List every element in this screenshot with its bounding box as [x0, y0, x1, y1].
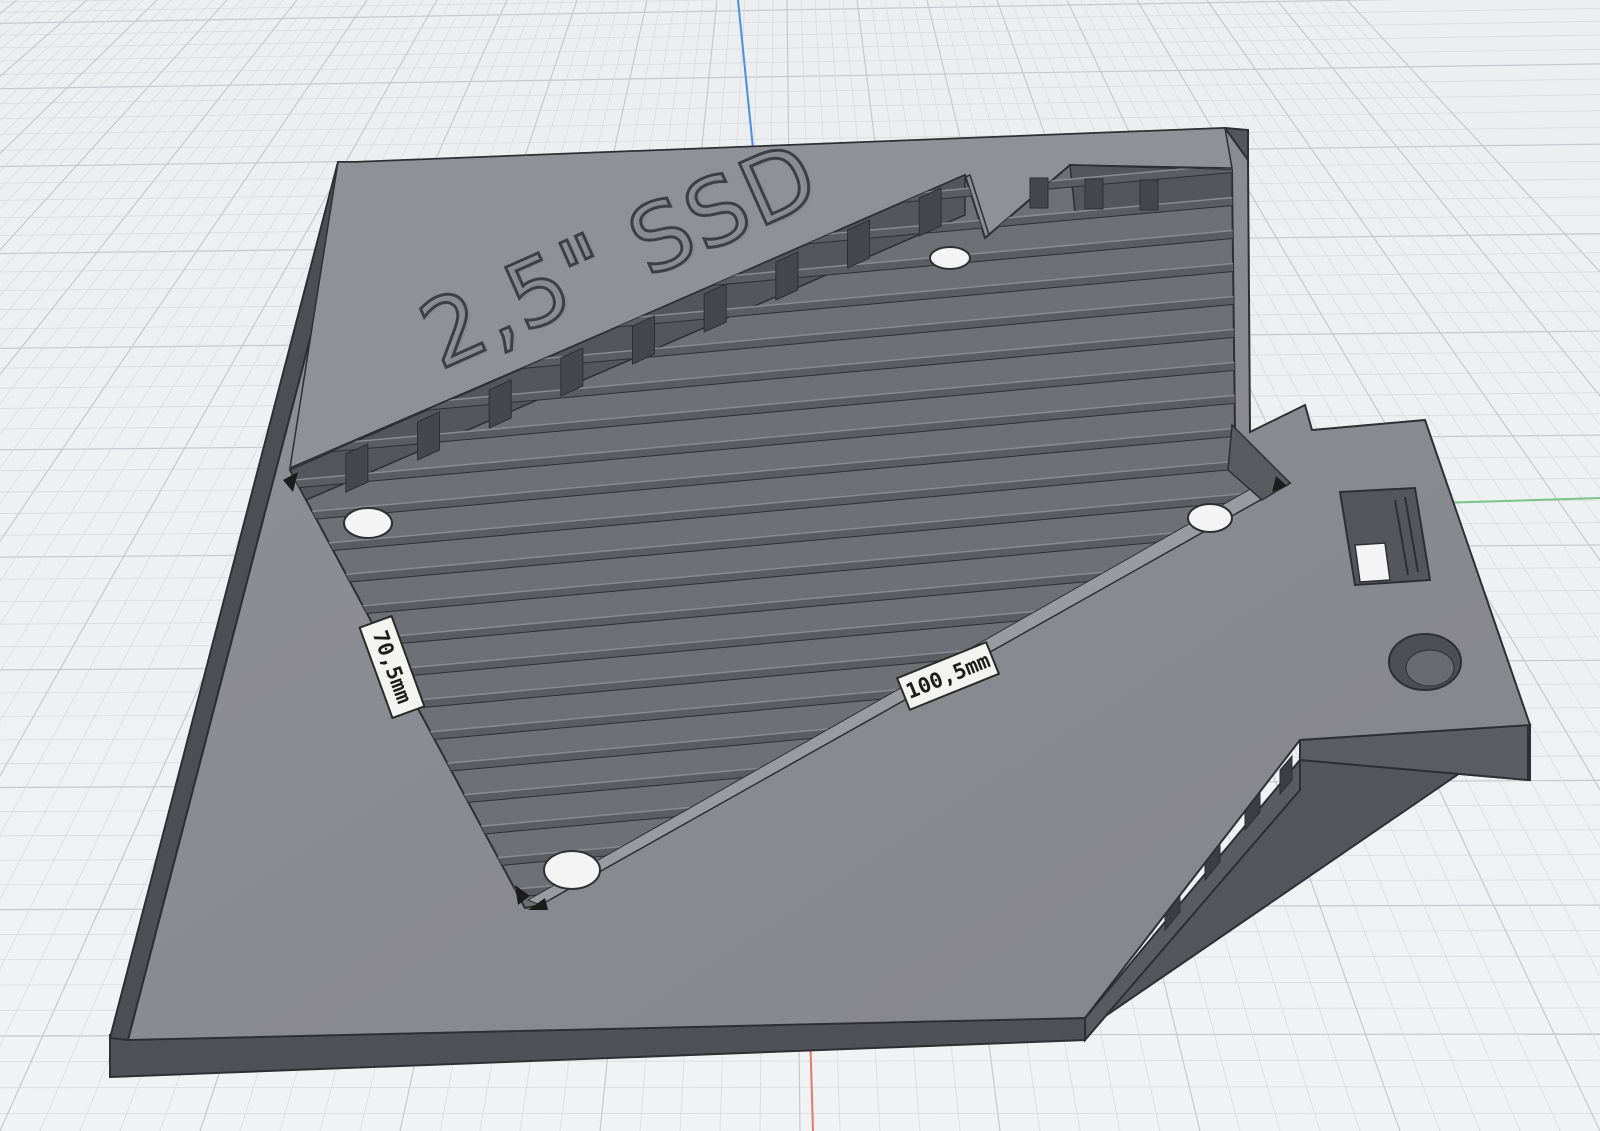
cad-scene[interactable]: 2,5" SSD 2,5" SSD 70,5mm 100,5mm: [0, 0, 1600, 1131]
tab-rect-cutout-inner: [1354, 542, 1391, 583]
screw-hole-left: [343, 507, 393, 539]
screw-hole-right: [1187, 503, 1233, 533]
screw-hole-front: [543, 850, 601, 890]
wall-notch: [1084, 178, 1104, 210]
screw-hole-back: [929, 246, 971, 270]
wall-notch: [1139, 179, 1159, 211]
wall-notch: [1029, 177, 1049, 209]
3d-viewport[interactable]: 2,5" SSD 2,5" SSD 70,5mm 100,5mm: [0, 0, 1600, 1131]
